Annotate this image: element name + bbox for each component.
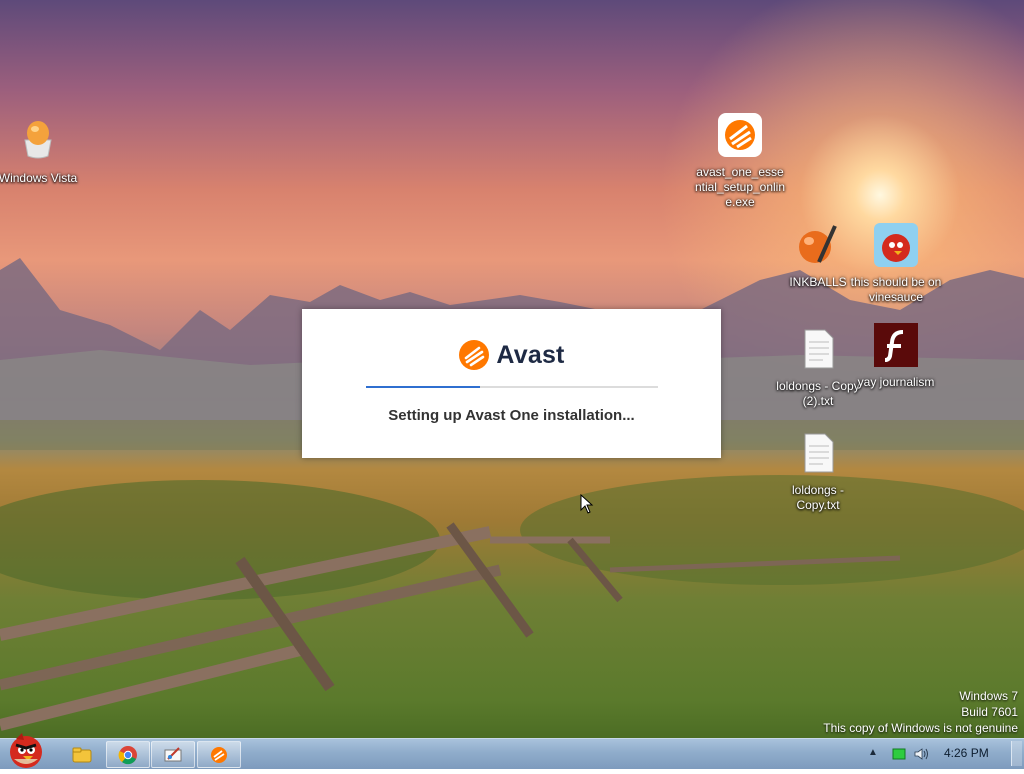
desktop-icon-vinesauce[interactable]: this should be on vinesauce: [849, 222, 943, 305]
watermark-line: Build 7601: [961, 705, 1018, 719]
start-button[interactable]: [2, 731, 50, 769]
mouse-cursor-icon: [580, 494, 594, 514]
egg-icon: [24, 121, 52, 159]
show-desktop-button[interactable]: [1011, 741, 1022, 766]
desktop-icon-label: yay journalism: [857, 375, 935, 389]
desktop-icon-label: this should be on vinesauce: [850, 275, 942, 304]
flash-icon: [874, 323, 918, 367]
inkball-icon: [799, 225, 837, 263]
paint-icon: [164, 746, 182, 761]
desktop-icon-label: Windows Vista: [0, 171, 78, 185]
desktop-icon-loldongs-copy[interactable]: loldongs - Copy.txt: [771, 430, 865, 513]
desktop-icon-avast-installer[interactable]: avast_one_essential_setup_online.exe: [693, 112, 787, 210]
explorer-icon: [72, 747, 92, 762]
watermark-line: This copy of Windows is not genuine: [823, 721, 1018, 735]
avast-logo: Avast: [302, 339, 721, 371]
text-file-icon: [804, 433, 834, 473]
brand-name: Avast: [496, 340, 565, 369]
avast-icon: [211, 746, 227, 763]
show-hidden-icons-button[interactable]: ▲: [868, 747, 878, 758]
status-text: Setting up Avast One installation...: [388, 407, 635, 424]
avast-logo-icon: [459, 340, 490, 370]
chrome-icon: [118, 745, 137, 764]
avast-installer-icon: [718, 113, 762, 157]
progress-bar: [366, 386, 658, 388]
network-icon[interactable]: [892, 747, 906, 761]
taskbar-avast-button[interactable]: [197, 741, 241, 768]
angry-bird-icon: [10, 733, 42, 768]
taskbar-clock[interactable]: 4:26 PM: [944, 746, 989, 760]
taskbar-chrome-button[interactable]: [106, 741, 150, 768]
windows-watermark: Windows 7 Build 7601 This copy of Window…: [823, 688, 1018, 736]
taskbar: ▲ 4:26 PM: [0, 733, 1024, 769]
progress-fill: [366, 386, 480, 388]
desktop-icon-label: loldongs - Copy.txt: [791, 483, 845, 512]
volume-icon[interactable]: [914, 747, 930, 761]
desktop-icon-label: avast_one_essential_setup_online.exe: [694, 165, 786, 209]
desktop: Windows Vista avast_one_essential_setup_…: [0, 0, 1024, 738]
angry-bird-icon: [874, 223, 918, 267]
taskbar-explorer-button[interactable]: [60, 741, 104, 768]
avast-setup-dialog: Avast Setting up Avast One installation.…: [302, 309, 721, 458]
text-file-icon: [804, 329, 834, 369]
desktop-icon-windows-vista[interactable]: Windows Vista: [0, 118, 85, 186]
watermark-line: Windows 7: [959, 689, 1018, 703]
desktop-icon-yay-journalism[interactable]: yay journalism: [849, 322, 943, 390]
taskbar-paint-button[interactable]: [151, 741, 195, 768]
